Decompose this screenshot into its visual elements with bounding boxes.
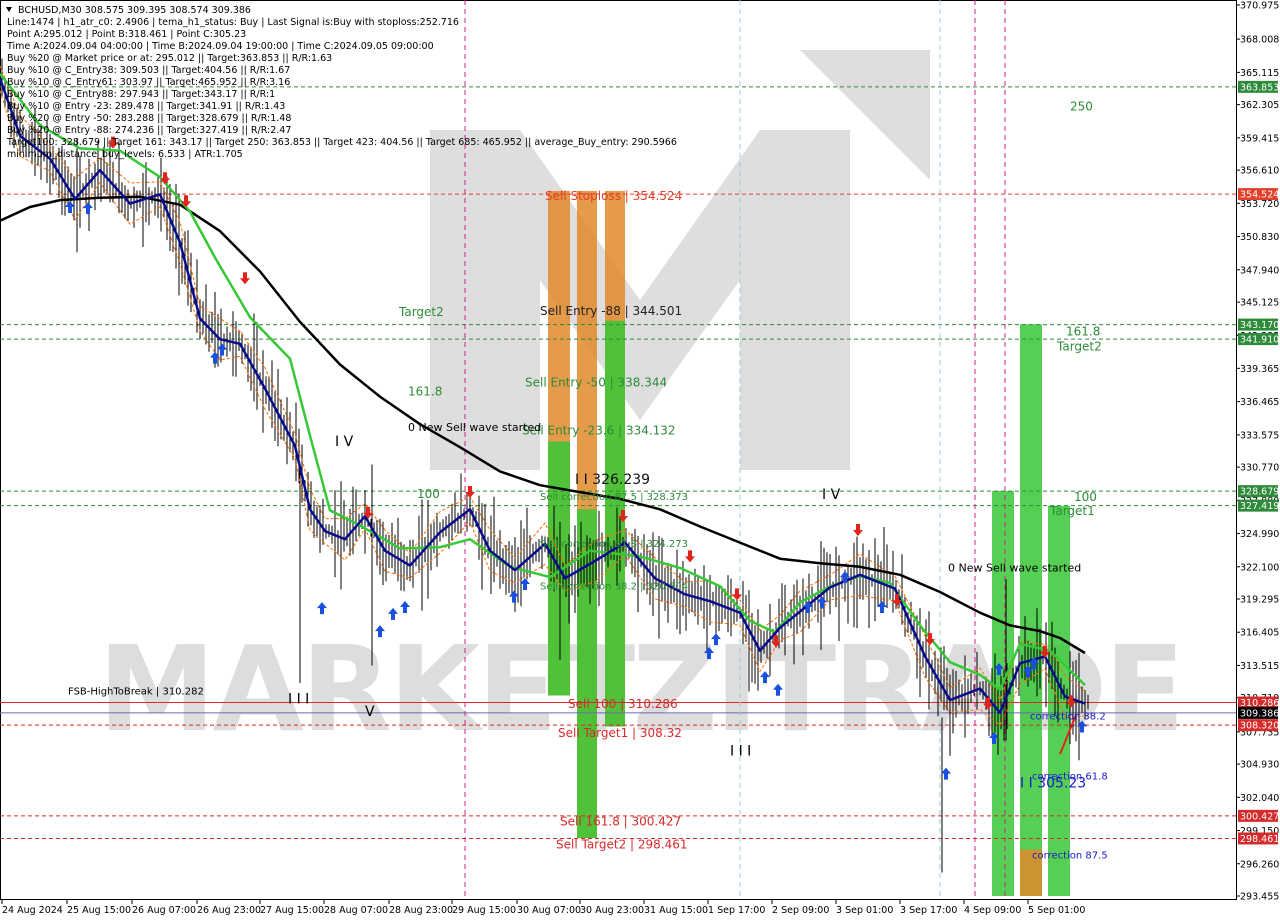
y-tick-label: 370.975 [1240,1,1279,12]
annotation-label: Sell 161.8 | 300.427 [560,814,681,828]
y-tick-label: 336.465 [1240,397,1279,408]
annotation-label: Target2 [398,305,444,319]
x-tick-label: 5 Sep 01:00 [1028,905,1085,916]
y-tick-label: 362.305 [1240,100,1279,111]
info-line: Target100: 328.679 || Target 161: 343.17… [6,137,677,148]
info-line: Buy %10 @ C_Entry88: 297.943 || Target:3… [7,89,275,100]
y-tick-label: 347.940 [1240,265,1279,276]
annotation-label: V [365,704,375,720]
annotation-label: Target1 [1049,504,1095,518]
price-tag-label: 298.461 [1240,834,1279,845]
x-tick-label: 27 Aug 15:00 [260,905,324,916]
y-tick-label: 368.008 [1240,35,1279,46]
y-tick-label: 324.990 [1240,529,1279,540]
annotation-label: correction 87.5 [1032,851,1108,862]
y-tick-label: 304.930 [1240,760,1279,771]
x-tick-label: 31 Aug 15:00 [644,905,708,916]
x-tick-label: 25 Aug 15:00 [67,905,131,916]
info-line: Line:1474 | h1_atr_c0: 2.4906 | tema_h1_… [7,17,459,28]
annotation-label: Sell correction 61.8 | 324.273 [540,539,688,550]
annotation-label: 0 New Sell wave started [408,421,541,434]
y-tick-label: 339.365 [1240,364,1279,375]
x-tick-label: 2 Sep 09:00 [772,905,829,916]
annotation-label: 250 [1070,99,1093,113]
price-tag-label: 343.170 [1240,320,1279,331]
annotation-label: 161.8 [408,385,442,399]
trade-zone-7 [1020,324,1042,897]
y-tick-label: 333.575 [1240,430,1279,441]
y-tick-label: 313.515 [1240,661,1279,672]
annotation-label: I I I [288,692,309,708]
price-tag-label: 341.910 [1240,335,1279,346]
x-tick-label: 28 Aug 23:00 [389,905,453,916]
y-tick-label: 330.770 [1240,463,1279,474]
info-line: Point A:295.012 | Point B:318.461 | Poin… [7,29,246,40]
annotation-label: Sell 100 | 310.286 [568,697,678,711]
chart-window[interactable]: MARKETZITRADE Sell Stoploss | 354.524 Sel… [0,0,1280,920]
x-tick-label: 30 Aug 23:00 [580,905,644,916]
price-tag-label: 363.853 [1240,82,1279,93]
y-tick-label: 350.830 [1240,232,1279,243]
annotation-label: Sell Target2 | 298.461 [556,837,688,851]
annotation-label: 100 [417,487,440,501]
x-tick-label: 1 Sep 17:00 [708,905,765,916]
annotation-label: I V [822,487,841,503]
y-tick-label: 316.405 [1240,628,1279,639]
y-tick-label: 302.040 [1240,793,1279,804]
annotation-label: Sell Entry -50 | 338.344 [525,375,667,389]
price-tag-label: 309.386 [1240,708,1279,719]
y-tick-label: 319.295 [1240,595,1279,606]
info-line: Buy %20 @ Market price or at: 295.012 ||… [7,53,332,64]
info-line: Time A:2024.09.04 04:00:00 | Time B:2024… [6,41,434,52]
annotation-label: Sell correction 38.2 | 320.504 [540,582,688,593]
price-tag-label: 308.320 [1240,721,1279,732]
info-line: minimum_distance_buy_levels: 6.533 | ATR… [7,149,243,160]
annotation-label: Sell Stoploss | 354.524 [545,189,682,203]
y-tick-label: 296.260 [1240,859,1279,870]
info-line: Buy %20 @ Entry -50: 283.288 || Target:3… [7,113,291,124]
y-tick-label: 356.610 [1240,166,1279,177]
annotation-label: correction 38.2 [1030,712,1106,723]
y-tick-label: 345.125 [1240,298,1279,309]
y-tick-label: 322.100 [1240,562,1279,573]
annotation-label: Sell correction 87.5 | 328.373 [540,492,688,503]
price-tag-label: 354.524 [1240,190,1279,201]
annotation-label: Sell Entry -23.6 | 334.132 [522,424,676,438]
x-tick-label: 3 Sep 01:00 [836,905,893,916]
x-tick-label: 30 Aug 07:00 [517,905,581,916]
annotation-label: 100 [1074,490,1097,504]
x-tick-label: 3 Sep 17:00 [900,905,957,916]
price-tag-label: 300.427 [1240,811,1279,822]
annotation-label: Target2 [1056,340,1102,354]
x-tick-label: 24 Aug 2024 [2,905,63,916]
annotation-label: I I 326.239 [575,472,650,488]
x-tick-label: 26 Aug 07:00 [132,905,196,916]
price-tag-label: 328.679 [1240,487,1279,498]
info-line: Buy %20 @ Entry -88: 274.236 || Target:3… [7,125,291,136]
x-tick-label: 26 Aug 23:00 [197,905,261,916]
annotation-label: 161.8 [1066,325,1100,339]
info-line: Buy %10 @ C_Entry61: 303.97 || Target:46… [7,77,290,88]
price-chart[interactable]: MARKETZITRADE Sell Stoploss | 354.524Sel… [0,0,1280,920]
x-tick-label: 28 Aug 07:00 [324,905,388,916]
y-tick-label: 365.115 [1240,68,1279,79]
info-line: Buy %10 @ C_Entry38: 309.503 || Target:4… [7,65,290,76]
x-tick-label: 29 Aug 15:00 [452,905,516,916]
symbol-header: BCHUSD,M30 308.575 309.395 308.574 309.3… [18,5,251,16]
annotation-label: I V [335,434,354,450]
info-line: Buy %10 @ Entry -23: 289.478 || Target:3… [7,101,285,112]
price-tag-label: 327.419 [1240,501,1279,512]
annotation-label: I I 305.23 [1020,775,1086,791]
annotation-label: Sell Target1 | 308.32 [558,726,682,740]
annotation-label: I I I [730,743,751,759]
y-tick-label: 293.455 [1240,892,1279,903]
annotation-label: 0 New Sell wave started [948,561,1081,574]
annotation-label: FSB-HighToBreak | 310.282 [68,686,204,697]
annotation-label: Sell Entry -88 | 344.501 [540,304,682,318]
y-tick-label: 359.415 [1240,133,1279,144]
x-tick-label: 4 Sep 09:00 [964,905,1021,916]
